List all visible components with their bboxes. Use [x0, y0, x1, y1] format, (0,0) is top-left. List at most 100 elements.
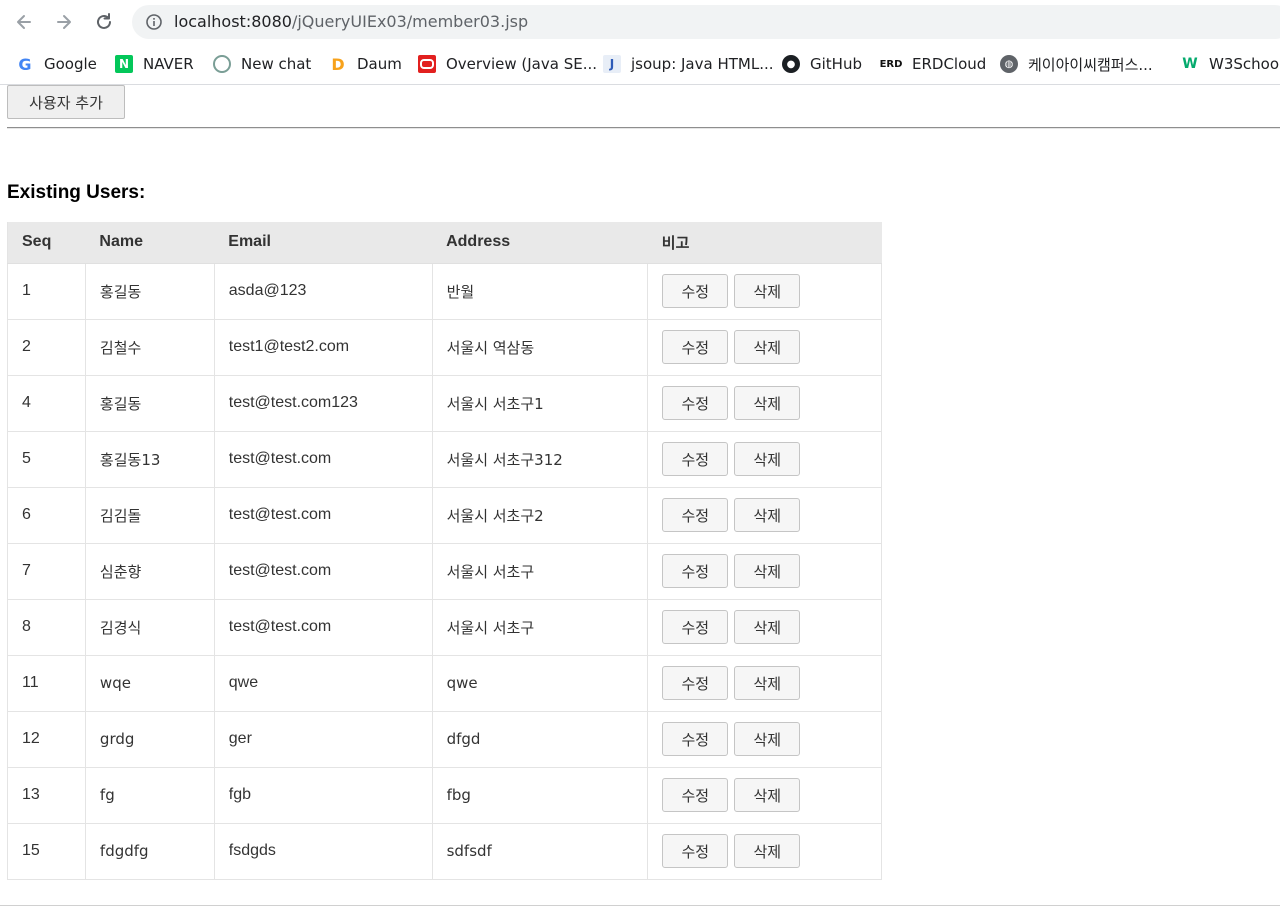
- bookmarks-bar: G Google N NAVER New chat D Daum Overvie…: [0, 44, 1280, 85]
- daum-icon: D: [331, 54, 345, 74]
- table-row: 1 홍길동 asda@123 반월 수정 삭제: [7, 262, 882, 319]
- bookmark-jsoup[interactable]: J jsoup: Java HTML...: [603, 53, 774, 75]
- bookmark-new-chat[interactable]: New chat: [213, 53, 311, 75]
- bookmark-naver[interactable]: N NAVER: [115, 53, 194, 75]
- actions-cell: 수정 삭제: [647, 318, 882, 375]
- table-row: 13 fg fgb fbg 수정 삭제: [7, 766, 882, 823]
- chatgpt-icon: [213, 55, 231, 73]
- actions-cell: 수정 삭제: [647, 486, 882, 543]
- forward-button[interactable]: [50, 8, 78, 36]
- address-cell: qwe: [431, 654, 649, 711]
- bookmark-label: NAVER: [143, 55, 194, 73]
- actions-cell: 수정 삭제: [647, 374, 882, 431]
- bookmark-google[interactable]: G Google: [16, 53, 96, 75]
- address-cell: 반월: [431, 262, 649, 319]
- bookmark-label: ERDCloud: [912, 55, 987, 73]
- users-table: Seq Name Email Address 비고 1 홍길동 asda@123 반월…: [7, 222, 882, 880]
- seq-cell: 8: [7, 598, 86, 655]
- seq-cell: 11: [7, 654, 86, 711]
- globe-icon: ◍: [1000, 55, 1018, 73]
- name-cell: wqe: [84, 654, 215, 711]
- seq-cell: 1: [7, 262, 86, 319]
- actions-cell: 수정 삭제: [647, 542, 882, 599]
- address-bar[interactable]: localhost:8080/jQueryUIEx03/member03.jsp: [132, 5, 1280, 39]
- delete-button[interactable]: 삭제: [734, 498, 801, 532]
- divider: [7, 127, 1280, 129]
- edit-button[interactable]: 수정: [662, 834, 729, 868]
- edit-button[interactable]: 수정: [662, 386, 729, 420]
- table-row: 2 김철수 test1@test2.com 서울시 역삼동 수정 삭제: [7, 318, 882, 375]
- url-host: localhost:8080: [174, 12, 292, 31]
- name-cell: 홍길동13: [84, 430, 215, 487]
- column-header-name: Name: [85, 222, 215, 264]
- name-cell: 김철수: [84, 318, 215, 375]
- address-cell: fbg: [431, 766, 649, 823]
- url-path: /jQueryUIEx03/member03.jsp: [291, 12, 529, 31]
- bottom-divider: [0, 905, 1280, 906]
- table-row: 8 김경식 test@test.com 서울시 서초구 수정 삭제: [7, 598, 882, 655]
- bookmark-label: GitHub: [810, 55, 862, 73]
- bookmark-w3schools[interactable]: W W3School: [1181, 53, 1280, 75]
- bookmark-java-overview[interactable]: Overview (Java SE...: [418, 53, 597, 75]
- add-user-button[interactable]: 사용자 추가: [7, 85, 125, 119]
- name-cell: 김경식: [84, 598, 215, 655]
- name-cell: 홍길동: [84, 374, 215, 431]
- bookmark-github[interactable]: ● GitHub: [782, 53, 862, 75]
- delete-button[interactable]: 삭제: [734, 666, 801, 700]
- delete-button[interactable]: 삭제: [734, 610, 801, 644]
- bookmark-daum[interactable]: D Daum: [329, 53, 402, 75]
- oracle-icon: [418, 55, 436, 73]
- delete-button[interactable]: 삭제: [734, 554, 801, 588]
- bookmark-erdcloud[interactable]: ERD ERDCloud: [880, 53, 987, 75]
- table-row: 4 홍길동 test@test.com123 서울시 서초구1 수정 삭제: [7, 374, 882, 431]
- actions-cell: 수정 삭제: [647, 766, 882, 823]
- edit-button[interactable]: 수정: [662, 498, 729, 532]
- delete-button[interactable]: 삭제: [734, 834, 801, 868]
- table-row: 5 홍길동13 test@test.com 서울시 서초구312 수정 삭제: [7, 430, 882, 487]
- email-cell: fgb: [213, 766, 433, 823]
- column-header-seq: Seq: [7, 222, 86, 264]
- reload-icon: [97, 13, 111, 29]
- edit-button[interactable]: 수정: [662, 722, 729, 756]
- bookmark-kic-campus[interactable]: ◍ 케이아이씨캠퍼스...: [1000, 53, 1153, 75]
- actions-cell: 수정 삭제: [647, 262, 882, 319]
- reload-button[interactable]: [90, 8, 118, 36]
- bookmark-label: jsoup: Java HTML...: [631, 55, 774, 73]
- delete-button[interactable]: 삭제: [734, 386, 801, 420]
- seq-cell: 6: [7, 486, 86, 543]
- email-cell: fsdgds: [213, 822, 433, 880]
- delete-button[interactable]: 삭제: [734, 274, 801, 308]
- seq-cell: 12: [7, 710, 86, 767]
- name-cell: 홍길동: [84, 262, 215, 319]
- address-cell: 서울시 서초구312: [431, 430, 649, 487]
- delete-button[interactable]: 삭제: [734, 442, 801, 476]
- name-cell: 김김돌: [84, 486, 215, 543]
- actions-cell: 수정 삭제: [647, 710, 882, 767]
- delete-button[interactable]: 삭제: [734, 778, 801, 812]
- actions-cell: 수정 삭제: [647, 654, 882, 711]
- table-row: 11 wqe qwe qwe 수정 삭제: [7, 654, 882, 711]
- table-row: 7 심춘향 test@test.com 서울시 서초구 수정 삭제: [7, 542, 882, 599]
- edit-button[interactable]: 수정: [662, 442, 729, 476]
- edit-button[interactable]: 수정: [662, 330, 729, 364]
- name-cell: 심춘향: [84, 542, 215, 599]
- bookmark-label: W3School: [1209, 55, 1280, 73]
- email-cell: test@test.com: [213, 542, 433, 599]
- info-icon[interactable]: [146, 14, 162, 30]
- edit-button[interactable]: 수정: [662, 666, 729, 700]
- delete-button[interactable]: 삭제: [734, 722, 801, 756]
- column-header-address: Address: [432, 222, 648, 264]
- edit-button[interactable]: 수정: [662, 610, 729, 644]
- edit-button[interactable]: 수정: [662, 274, 729, 308]
- table-row: 15 fdgdfg fsdgds sdfsdf 수정 삭제: [7, 822, 882, 880]
- actions-cell: 수정 삭제: [647, 598, 882, 655]
- edit-button[interactable]: 수정: [662, 554, 729, 588]
- address-cell: 서울시 서초구: [431, 598, 649, 655]
- back-button[interactable]: [10, 8, 38, 36]
- column-header-email: Email: [214, 222, 433, 264]
- address-cell: dfgd: [431, 710, 649, 767]
- naver-icon: N: [115, 55, 133, 73]
- delete-button[interactable]: 삭제: [734, 330, 801, 364]
- arrow-left-icon: [17, 15, 31, 29]
- edit-button[interactable]: 수정: [662, 778, 729, 812]
